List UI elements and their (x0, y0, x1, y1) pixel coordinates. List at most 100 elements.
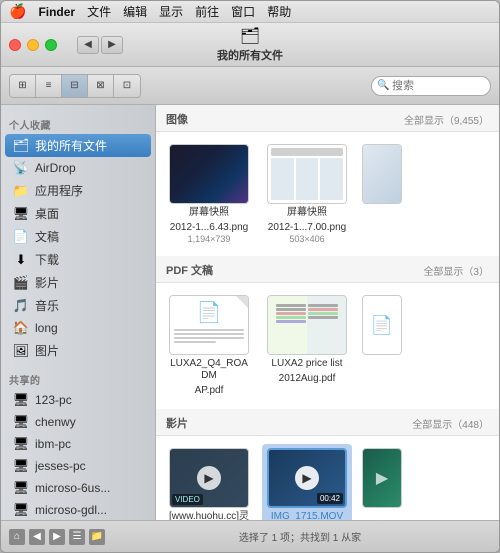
video-partial-thumb: ▶ (362, 448, 402, 508)
sidebar-label-ibmpc: ibm-pc (35, 437, 71, 451)
window-title-area: 🗂 我的所有文件 (217, 26, 283, 63)
apple-menu[interactable]: 🍎 (9, 3, 26, 20)
file-item-pdf1[interactable]: 📄 LUXA2_Q4_ROADM AP.pdf (164, 291, 254, 401)
screenshot2-meta: 503×406 (289, 234, 324, 244)
file-item-screenshot-partial[interactable] (360, 140, 404, 248)
videos-section-header: 影片 全部显示（448） (156, 409, 499, 436)
minimize-button[interactable] (27, 39, 39, 51)
menu-finder[interactable]: Finder (38, 5, 75, 19)
mov-name: IMG_1715.MOV (271, 511, 343, 520)
sidebar-toggle-button[interactable]: ☰ (69, 529, 85, 545)
sidebar-item-microsogdl[interactable]: 🖥 microso-gdl... (5, 499, 151, 520)
sidebar-label-applications: 应用程序 (35, 182, 83, 199)
pdf1-name: LUXA2_Q4_ROADM (168, 358, 250, 382)
file-item-screenshot2[interactable]: 屏幕快照 2012-1...7.00.png 503×406 (262, 140, 352, 248)
file-item-mov[interactable]: ▶ 00:42 IMG_1715.MOV (262, 444, 352, 520)
list-view-button[interactable]: ≡ (36, 75, 62, 97)
coverflow-view-button[interactable]: ⊡ (114, 75, 140, 97)
menu-file[interactable]: 文件 (87, 3, 111, 20)
video-label: VIDEO (172, 494, 203, 505)
menu-edit[interactable]: 编辑 (123, 3, 147, 20)
sidebar-item-documents[interactable]: 📄 文稿 (5, 225, 151, 248)
videos-section-count[interactable]: 全部显示（448） (412, 416, 489, 431)
screenshot1-name: 屏幕快照 (189, 207, 229, 219)
sidebar-label-microso6us: microso-6us... (35, 481, 110, 495)
window-title: 我的所有文件 (217, 47, 283, 63)
menu-go[interactable]: 前往 (195, 3, 219, 20)
sidebar-item-ibmpc[interactable]: 🖥 ibm-pc (5, 433, 151, 455)
desktop-icon: 🖥 (13, 206, 29, 222)
back-button[interactable]: ◀ (77, 36, 99, 54)
sidebar-label-jessespc: jesses-pc (35, 459, 86, 473)
file-item-pdf2[interactable]: LUXA2 price list 2012Aug.pdf (262, 291, 352, 401)
sidebar-shared-header: 共享的 (1, 368, 155, 389)
content-pane: 图像 全部显示（9,455） 屏幕快照 2012-1...6.43.png 1,… (156, 105, 499, 520)
pdf1-subname: AP.pdf (195, 385, 224, 397)
sidebar-item-long[interactable]: 🏠 long (5, 317, 151, 339)
sidebar-item-music[interactable]: 🎵 音乐 (5, 294, 151, 317)
column-view-button[interactable]: ⊟ (62, 75, 88, 97)
sidebar: 个人收藏 🗂 我的所有文件 📡 AirDrop 📁 应用程序 🖥 桌面 📄 文稿 (1, 105, 156, 520)
cover-view-button[interactable]: ⊠ (88, 75, 114, 97)
images-section-header: 图像 全部显示（9,455） (156, 105, 499, 132)
menu-view[interactable]: 显示 (159, 3, 183, 20)
home-button[interactable]: ⌂ (9, 529, 25, 545)
search-icon: 🔍 (377, 80, 389, 91)
sidebar-label-music: 音乐 (35, 297, 59, 314)
chenwy-icon: 🖥 (13, 414, 29, 430)
file-item-pdf-partial[interactable]: 📄 (360, 291, 404, 401)
music-icon: 🎵 (13, 298, 29, 314)
sidebar-label-long: long (35, 321, 58, 335)
sidebar-item-downloads[interactable]: ⬇ 下载 (5, 248, 151, 271)
sidebar-item-applications[interactable]: 📁 应用程序 (5, 179, 151, 202)
images-section-count[interactable]: 全部显示（9,455） (404, 112, 489, 127)
pdf-section-header: PDF 文稿 全部显示（3） (156, 256, 499, 283)
microso6us-icon: 🖥 (13, 480, 29, 496)
screenshot-partial-thumb (362, 144, 402, 204)
sidebar-item-movies[interactable]: 🎬 影片 (5, 271, 151, 294)
screenshot1-subname: 2012-1...6.43.png (170, 222, 248, 234)
airdrop-icon: 📡 (13, 160, 29, 176)
long-icon: 🏠 (13, 320, 29, 336)
sidebar-item-desktop[interactable]: 🖥 桌面 (5, 202, 151, 225)
close-button[interactable] (9, 39, 21, 51)
mov-play-icon: ▶ (295, 466, 319, 490)
sidebar-label-microsogdl: microso-gdl... (35, 503, 107, 517)
sidebar-item-airdrop[interactable]: 📡 AirDrop (5, 157, 151, 179)
pdf-section-title: PDF 文稿 (166, 262, 213, 278)
pdf-partial-thumb: 📄 (362, 295, 402, 355)
screenshot2-subname: 2012-1...7.00.png (268, 222, 346, 234)
sidebar-personal-header: 个人收藏 (1, 113, 155, 134)
123pc-icon: 🖥 (13, 392, 29, 408)
movies-icon: 🎬 (13, 275, 29, 291)
bottombar: ⌂ ◀ ▶ ☰ 📁 选择了 1 项；共找到 1 从家 (1, 520, 499, 552)
sidebar-item-jessespc[interactable]: 🖥 jesses-pc (5, 455, 151, 477)
menu-help[interactable]: 帮助 (267, 3, 291, 20)
screenshot2-name: 屏幕快照 (287, 207, 327, 219)
titlebar: ◀ ▶ 🗂 我的所有文件 (1, 23, 499, 67)
view-buttons: ⊞ ≡ ⊟ ⊠ ⊡ (9, 74, 141, 98)
sidebar-label-downloads: 下载 (35, 251, 59, 268)
mov-thumb: ▶ 00:42 (267, 448, 347, 508)
finder-icon: 🗂 (240, 26, 260, 46)
back-nav-button[interactable]: ◀ (29, 529, 45, 545)
sidebar-item-pictures[interactable]: 🖼 图片 (5, 339, 151, 362)
folder-button[interactable]: 📁 (89, 529, 105, 545)
file-item-video1[interactable]: VIDEO ▶ [www.huohu.cc]灵 魂战车2...字.rmvb (164, 444, 254, 520)
file-item-video-partial[interactable]: ▶ (360, 444, 404, 520)
pdf-section-count[interactable]: 全部显示（3） (423, 263, 489, 278)
sidebar-label-desktop: 桌面 (35, 205, 59, 222)
sidebar-item-microso6us[interactable]: 🖥 microso-6us... (5, 477, 151, 499)
file-item-screenshot1[interactable]: 屏幕快照 2012-1...6.43.png 1,194×739 (164, 140, 254, 248)
icon-view-button[interactable]: ⊞ (10, 75, 36, 97)
forward-nav-button[interactable]: ▶ (49, 529, 65, 545)
sidebar-item-chenwy[interactable]: 🖥 chenwy (5, 411, 151, 433)
microsogdl-icon: 🖥 (13, 502, 29, 518)
forward-button[interactable]: ▶ (101, 36, 123, 54)
sidebar-item-all-files[interactable]: 🗂 我的所有文件 (5, 134, 151, 157)
menu-window[interactable]: 窗口 (231, 3, 255, 20)
pictures-icon: 🖼 (13, 343, 29, 359)
sidebar-item-123pc[interactable]: 🖥 123-pc (5, 389, 151, 411)
images-grid: 屏幕快照 2012-1...6.43.png 1,194×739 (156, 132, 499, 256)
maximize-button[interactable] (45, 39, 57, 51)
